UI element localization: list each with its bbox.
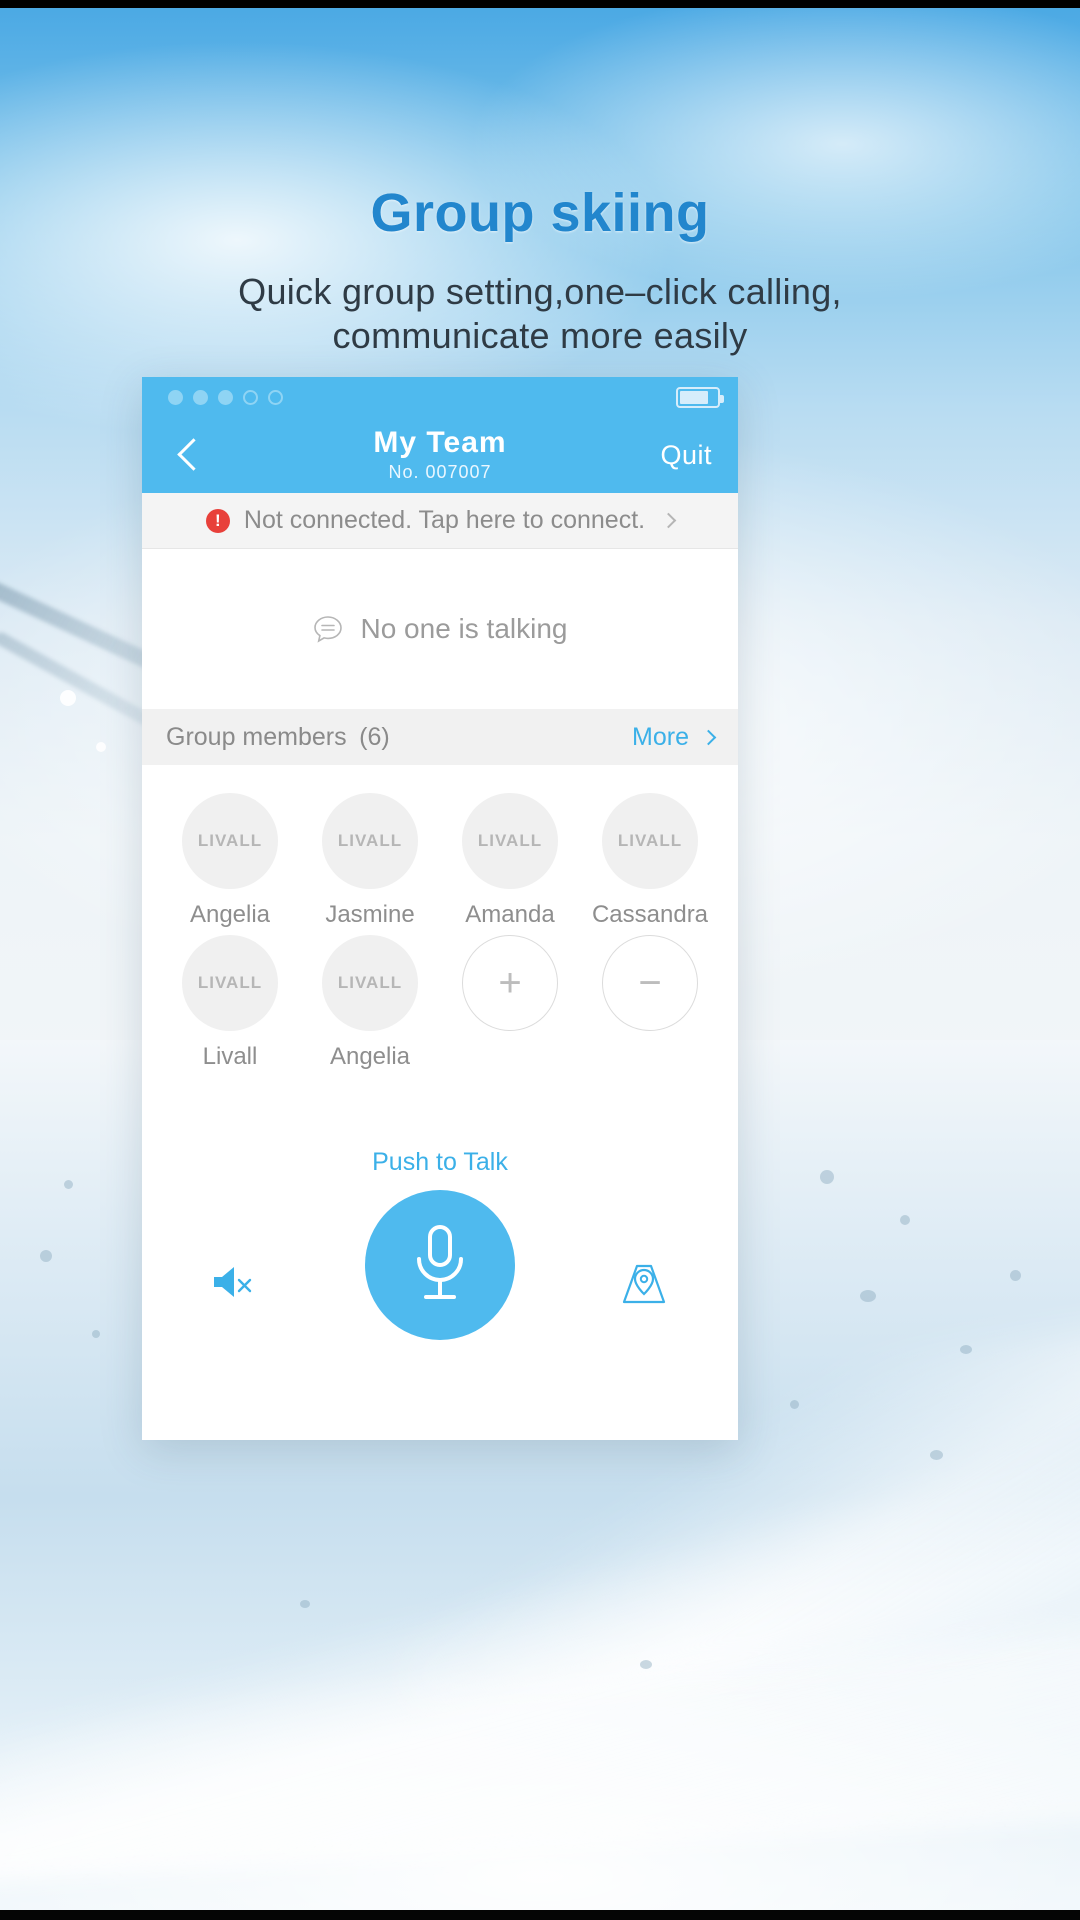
connect-banner[interactable]: ! Not connected. Tap here to connect. [142,493,738,549]
member-cell[interactable]: LIVALL Cassandra [580,793,720,929]
avatar: LIVALL [462,793,558,889]
member-cell[interactable]: LIVALL Livall [160,935,300,1071]
microphone-icon [405,1221,475,1310]
snow-speck [300,1600,310,1608]
speech-bubble-icon [312,613,344,645]
team-number: No. 007007 [388,461,492,482]
snow-speck [64,1180,73,1189]
members-grid: LIVALL Angelia LIVALL Jasmine LIVALL Ama… [142,765,738,1071]
member-cell[interactable]: LIVALL Angelia [160,793,300,929]
remove-member-cell[interactable]: − . [580,935,720,1071]
talking-status-area: No one is talking [142,549,738,709]
livall-logo: LIVALL [477,831,543,850]
more-label: More [632,722,689,751]
snow-speck [960,1345,972,1354]
member-cell[interactable]: LIVALL Angelia [300,935,440,1071]
chevron-left-icon[interactable] [168,435,208,475]
chevron-right-icon [660,512,677,529]
battery-icon [676,386,724,408]
speaker-mute-icon [210,1262,254,1307]
chevron-right-icon [700,729,717,745]
avatar: LIVALL [322,935,418,1031]
signal-dot-empty [268,389,283,405]
signal-dot-filled [218,389,233,405]
page-title: My Team [373,426,507,460]
alert-circle-icon: ! [205,508,230,533]
push-to-talk-label: Push to Talk [372,1148,508,1176]
speaker-mute-button[interactable] [210,1262,254,1307]
add-member-cell[interactable]: + . [440,935,580,1071]
livall-logo: LIVALL [197,973,263,992]
livall-logo: LIVALL [337,831,403,850]
avatar: LIVALL [602,793,698,889]
snow-speck [40,1250,52,1262]
member-cell[interactable]: LIVALL Jasmine [300,793,440,929]
avatar: LIVALL [322,793,418,889]
snow-speck [96,742,106,752]
more-members-button[interactable]: More [632,722,717,752]
signal-dot-filled [168,389,183,405]
connect-banner-text: Not connected. Tap here to connect. [243,506,646,534]
member-cell[interactable]: LIVALL Amanda [440,793,580,929]
quit-button[interactable]: Quit [660,440,712,471]
group-members-label: Group members (6) [166,722,390,751]
talking-status-text: No one is talking [360,613,568,644]
push-to-talk-button[interactable] [365,1190,515,1340]
signal-dot-empty [243,389,258,405]
location-map-button[interactable] [618,1258,670,1313]
location-pin-map-icon [618,1264,670,1312]
snow-speck [640,1660,652,1669]
bottom-letterbox-band [0,1910,1080,1920]
member-name: Angelia [189,901,271,928]
member-name: Amanda [465,901,555,928]
snow-speck [820,1170,834,1184]
add-member-icon: + [462,935,558,1031]
snow-speck [930,1450,943,1460]
page-subtitle: Quick group setting,one–click calling, c… [0,270,1080,358]
snow-speck [900,1215,910,1225]
page-title: Group skiing [370,183,710,243]
signal-strength-dots [160,389,283,405]
promo-text-block: Group skiing Quick group setting,one–cli… [0,182,1080,358]
member-name: Livall [202,1043,258,1070]
snow-speck [60,690,76,706]
avatar: LIVALL [182,935,278,1031]
battery-fill [680,390,708,404]
group-members-header: Group members (6) More [142,709,738,765]
remove-member-icon: − [602,935,698,1031]
snow-speck [790,1400,799,1409]
nav-title-block: My Team No. 007007 [142,427,738,483]
livall-logo: LIVALL [197,831,263,850]
signal-dot-filled [193,389,208,405]
avatar: LIVALL [182,793,278,889]
snow-speck [860,1290,876,1302]
bottom-control-bar: Push to Talk [142,1140,738,1440]
subtitle-line-2: communicate more easily [332,314,748,356]
status-bar [142,377,738,417]
member-name: Jasmine [325,901,415,928]
top-letterbox-band [0,0,1080,8]
navigation-bar: My Team No. 007007 Quit [142,417,738,493]
phone-screenshot: My Team No. 007007 Quit ! Not connected.… [142,377,738,1440]
snow-speck [1010,1270,1021,1281]
subtitle-line-1: Quick group setting,one–click calling, [238,271,842,312]
livall-logo: LIVALL [617,831,683,850]
member-name: Cassandra [591,901,709,928]
member-name: Angelia [329,1043,411,1070]
snow-speck [92,1330,100,1338]
livall-logo: LIVALL [337,973,403,992]
